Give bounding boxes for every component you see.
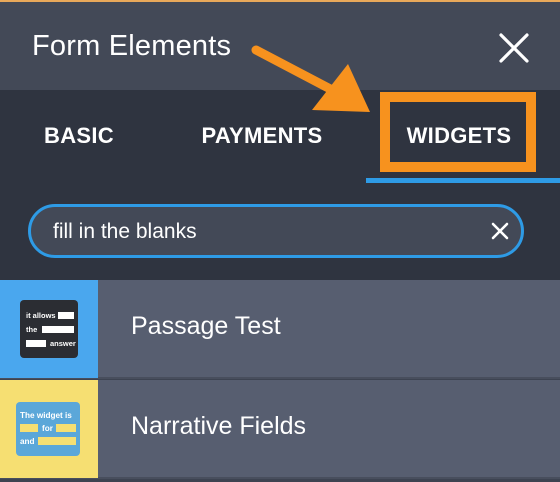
tab-bar: BASIC PAYMENTS WIDGETS [0, 90, 560, 185]
search-box [28, 204, 524, 258]
thumb-text: the [26, 325, 37, 334]
thumb-text: answer [50, 339, 76, 348]
tab-payments[interactable]: PAYMENTS [182, 90, 342, 182]
tab-widgets[interactable]: WIDGETS [380, 90, 538, 182]
thumb-text: for [42, 424, 54, 433]
panel-title: Form Elements [32, 30, 232, 62]
form-elements-panel: Form Elements BASIC PAYMENTS WIDGETS it … [0, 0, 560, 482]
thumb-text: and [20, 437, 35, 446]
list-item-label: Narrative Fields [131, 412, 307, 440]
active-tab-indicator [366, 178, 560, 183]
passage-test-thumbnail: it allows the answer [0, 280, 98, 378]
search-input[interactable] [51, 207, 475, 257]
list-item-label: Passage Test [131, 312, 281, 340]
close-icon[interactable] [494, 28, 534, 68]
list-item-passage-test[interactable]: it allows the answer Passage Test [0, 280, 560, 379]
narrative-fields-thumbnail: The widget is for and [0, 380, 98, 478]
clear-search-icon[interactable] [489, 220, 511, 242]
results-list: it allows the answer Passage Test The wi… [0, 280, 560, 482]
tab-basic[interactable]: BASIC [20, 90, 138, 182]
thumb-text: The widget is [20, 411, 72, 420]
thumb-text: it allows [26, 311, 56, 320]
search-area [0, 185, 560, 280]
panel-header: Form Elements [0, 0, 560, 90]
list-item-narrative-fields[interactable]: The widget is for and Narrative Fields [0, 380, 560, 479]
